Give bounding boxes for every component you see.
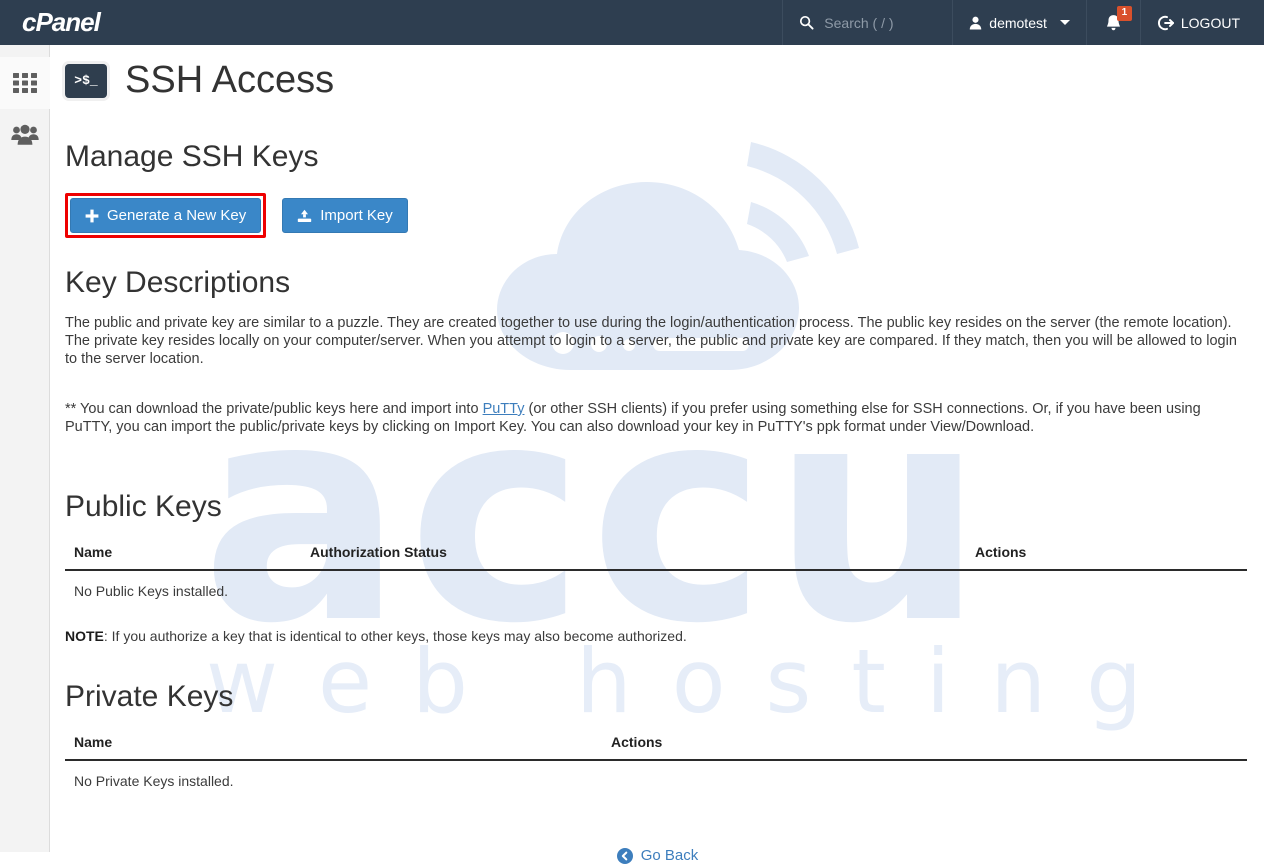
left-sidebar <box>0 45 50 852</box>
putty-paragraph: ** You can download the private/public k… <box>65 400 1247 436</box>
user-icon <box>969 16 982 30</box>
chevron-down-icon <box>1059 20 1070 25</box>
import-key-label: Import Key <box>320 207 393 224</box>
logout-button[interactable]: LOGOUT <box>1139 0 1264 45</box>
private-col-name: Name <box>65 734 602 761</box>
logout-label: LOGOUT <box>1180 14 1240 31</box>
key-descriptions-paragraph: The public and private key are similar t… <box>65 315 1237 367</box>
public-keys-empty-row: No Public Keys installed. <box>65 570 1247 609</box>
public-col-name: Name <box>65 544 301 571</box>
public-col-actions: Actions <box>966 544 1247 571</box>
putty-text-before: ** You can download the private/public k… <box>65 401 483 417</box>
private-col-actions: Actions <box>602 734 1247 761</box>
key-descriptions-heading: Key Descriptions <box>65 266 291 299</box>
public-keys-note: NOTE: If you authorize a key that is ide… <box>65 628 1250 644</box>
top-header: cPanel demotest 1 <box>0 0 1264 45</box>
plus-icon <box>85 209 99 223</box>
cpanel-logo[interactable]: cPanel <box>0 7 160 38</box>
note-label: NOTE <box>65 628 104 644</box>
sidebar-item-users[interactable] <box>0 109 50 161</box>
private-keys-empty-row: No Private Keys installed. <box>65 760 1247 799</box>
generate-new-key-button[interactable]: Generate a New Key <box>70 198 262 233</box>
search-icon <box>799 15 814 30</box>
notifications-button[interactable]: 1 <box>1085 0 1140 45</box>
private-keys-table: Name Actions No Private Keys installed. <box>65 734 1247 799</box>
manage-ssh-keys-heading: Manage SSH Keys <box>65 140 319 173</box>
generate-new-key-label: Generate a New Key <box>107 207 247 224</box>
putty-link[interactable]: PuTTy <box>483 401 525 417</box>
search-input[interactable] <box>824 14 935 31</box>
apps-grid-icon <box>12 70 38 96</box>
logout-icon <box>1157 15 1174 31</box>
search-box[interactable] <box>782 0 952 45</box>
main-content: >$_ SSH Access Manage SSH Keys Generate … <box>51 45 1264 864</box>
public-keys-heading: Public Keys <box>65 490 222 523</box>
note-text: : If you authorize a key that is identic… <box>103 628 687 644</box>
go-back-label: Go Back <box>640 847 699 864</box>
users-icon <box>11 123 39 147</box>
private-keys-heading: Private Keys <box>65 680 234 713</box>
page-title: SSH Access <box>125 59 335 101</box>
import-icon <box>297 209 312 223</box>
generate-key-highlight-box: Generate a New Key <box>65 193 267 238</box>
user-menu[interactable]: demotest <box>952 0 1086 45</box>
key-action-buttons: Generate a New Key Import Key <box>65 193 1250 238</box>
import-key-button[interactable]: Import Key <box>282 198 408 233</box>
public-col-authorization-status: Authorization Status <box>301 544 966 571</box>
public-keys-header-row: Name Authorization Status Actions <box>65 544 1247 571</box>
sidebar-item-apps[interactable] <box>0 57 50 109</box>
terminal-icon: >$_ <box>65 63 107 98</box>
page-header: >$_ SSH Access <box>65 45 1250 102</box>
go-back-link[interactable]: Go Back <box>616 847 699 864</box>
public-keys-empty-message: No Public Keys installed. <box>74 583 229 599</box>
private-keys-header-row: Name Actions <box>65 734 1247 761</box>
brand-label: cPanel <box>22 7 101 37</box>
notification-badge: 1 <box>1116 6 1132 21</box>
public-keys-table: Name Authorization Status Actions No Pub… <box>65 544 1247 609</box>
go-back-row: Go Back <box>65 847 1250 864</box>
private-keys-empty-message: No Private Keys installed. <box>74 773 234 789</box>
username-label: demotest <box>989 14 1047 31</box>
terminal-icon-text: >$_ <box>74 73 98 88</box>
arrow-circle-left-icon <box>616 847 633 864</box>
